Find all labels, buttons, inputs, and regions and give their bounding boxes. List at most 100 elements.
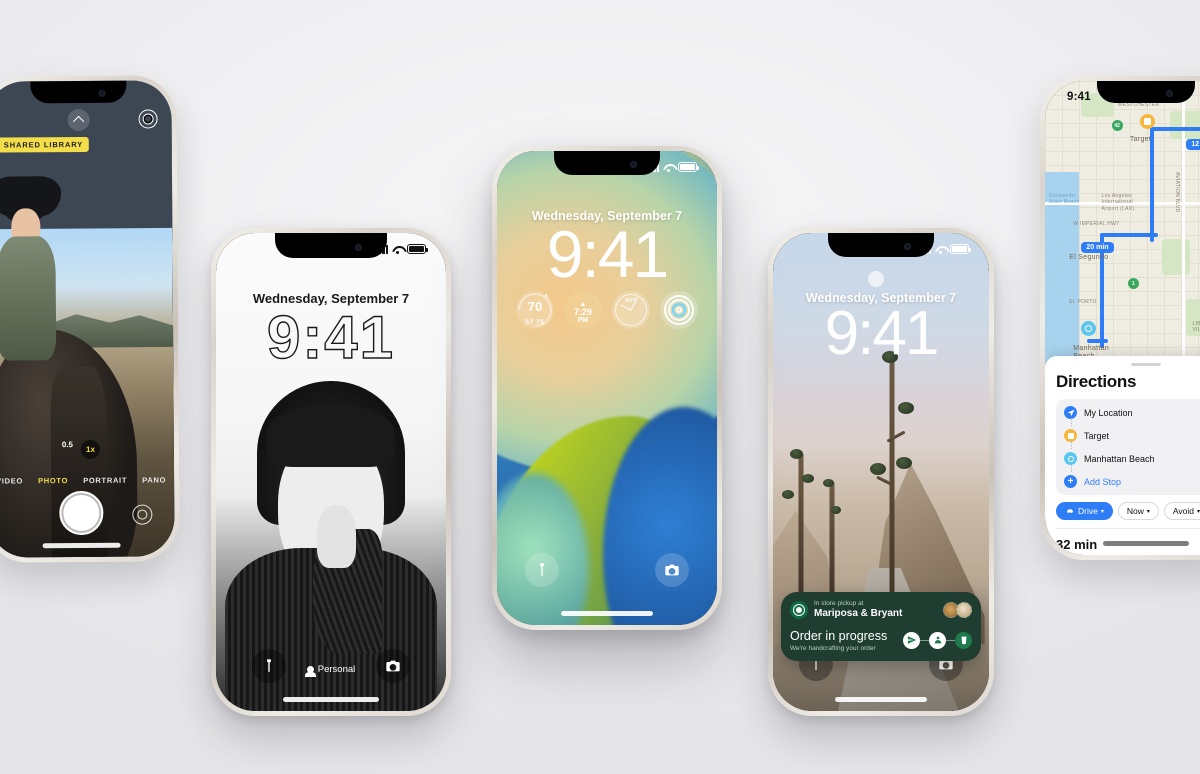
battery-icon [950,244,971,254]
notch [1097,81,1195,103]
mode-video[interactable]: VIDEO [0,476,23,485]
person-icon [304,666,316,677]
shutter-button[interactable] [59,490,104,536]
pickup-subtitle: In store pickup at [814,600,864,608]
live-activity-starbucks[interactable]: In store pickup at Mariposa & Bryant Ord… [781,592,981,661]
tuft [896,457,913,470]
front-camera-icon [1166,90,1174,98]
stop-label: Add Stop [1084,476,1122,487]
widget-weather[interactable]: 70 57 75 [516,291,554,329]
wallpaper-ios16: Wednesday, September 7 9:41 70 57 75 ▲ 7… [497,151,717,625]
zoom-1x[interactable]: 1x [80,439,101,459]
barista-icon [934,636,941,644]
mode-pano[interactable]: PANO [142,475,166,484]
live-activity-header: In store pickup at Mariposa & Bryant [790,600,972,620]
stop-target[interactable]: Target [1064,418,1200,447]
cup-icon [961,636,966,645]
live-activity-body: Order in progress We're handcrafting you… [790,629,972,652]
home-indicator [1103,541,1189,546]
front-camera-icon [355,243,363,251]
widget-sunset[interactable]: ▲ 7:29 PM [564,291,602,329]
camera-mode-selector[interactable]: VIDEO PHOTO PORTRAIT PANO [0,475,174,485]
front-camera-icon [98,90,106,98]
progress-line [946,639,955,642]
widget-world-clock[interactable]: NYC [612,291,650,329]
maps-app: 1 42 12 min 20 min WESTCHESTER Target Do… [1045,81,1200,555]
beach-glyph [1085,324,1093,332]
maps-screen: 1 42 12 min 20 min WESTCHESTER Target Do… [1045,81,1200,555]
starbucks-logo-icon [790,601,808,620]
camera-viewfinder[interactable]: SHARED LIBRARY 0.5 1x VIDEO PHOTO PORTRA… [0,80,175,558]
lock-widgets: 70 57 75 ▲ 7:29 PM NYC [497,291,717,329]
stop-manhattan-beach[interactable]: Manhattan Beach [1064,441,1200,470]
focus-label: Personal [317,664,356,675]
mode-portrait[interactable]: PORTRAIT [83,476,127,485]
item-drink-icon [956,602,972,619]
pin-manhattan-beach[interactable] [1081,320,1097,336]
ring-core [676,307,682,313]
map-canvas[interactable]: 1 42 12 min 20 min WESTCHESTER Target Do… [1045,81,1200,385]
home-indicator [835,697,927,702]
flashlight-button[interactable] [525,553,559,587]
flip-camera-icon[interactable] [132,504,153,525]
route-controls: Drive ▾ Now ▾ Avoid ▾ [1056,502,1200,521]
stop-label: Manhattan Beach [1084,453,1155,464]
route-segment [1099,232,1159,237]
tuft [789,448,803,459]
map-label-target: Target [1129,135,1152,143]
chevron-up-icon[interactable] [67,108,90,132]
camera-icon [665,564,679,576]
order-item-thumbnails [943,602,972,619]
live-activity-title-group: In store pickup at Mariposa & Bryant [814,600,902,620]
zoom-controls: 0.5 1x [0,439,174,459]
mode-photo[interactable]: PHOTO [38,476,68,485]
order-progress [903,631,972,649]
widget-activity-rings[interactable] [660,291,698,329]
control-label: Drive [1078,506,1098,517]
lock-screen-live-activity: Wednesday, September 7 9:41 In store pic… [773,233,989,711]
zoom-0_5x[interactable]: 0.5 [62,440,73,459]
route-badge-12min[interactable]: 12 min [1186,138,1200,150]
home-indicator [561,611,653,616]
map-label-liberty-village: LIBERTY VILLAGE [1192,320,1200,333]
phone-maps: 1 42 12 min 20 min WESTCHESTER Target Do… [1040,76,1200,560]
control-drive[interactable]: Drive ▾ [1056,502,1113,521]
paper-plane-icon [907,636,916,645]
stop-my-location[interactable]: My Location [1064,401,1200,424]
map-label-lax: Los Angeles International Airport (LAX) [1101,193,1135,212]
order-status-note: We're handcrafting your order [790,645,876,652]
notch [828,233,934,257]
lock-clock: 9:41 [266,304,396,371]
route-detail: 9.7 mi · 1 stop [1056,554,1200,555]
shield-number: 42 [1114,122,1120,129]
chevron-down-icon: ▾ [1146,508,1150,515]
home-indicator [42,542,121,549]
weather-dot [544,293,548,297]
chevron-down-icon: ▾ [1100,508,1104,515]
control-label: Now [1126,506,1144,517]
car-icon [1067,509,1073,514]
moon [868,271,885,288]
order-status-title: Order in progress [790,628,888,643]
focus-status: Personal [216,664,446,677]
stops-list: My Location Target Manhattan Beach + Add… [1056,399,1200,496]
control-now[interactable]: Now ▾ [1117,502,1159,521]
front-camera-icon [903,243,911,251]
tuft [822,478,834,487]
scene: SHARED LIBRARY 0.5 1x VIDEO PHOTO PORTRA… [0,0,1200,774]
sheet-grabber[interactable] [1131,362,1161,367]
map-label-dockweiler: Dockweiler State Beach [1049,193,1080,206]
shared-library-icon[interactable] [138,109,158,129]
trunk [829,481,835,606]
stop-add[interactable]: + Add Stop [1064,464,1200,493]
control-avoid[interactable]: Avoid ▾ [1163,502,1200,521]
plus-icon: + [1064,475,1077,489]
route-segment [1150,126,1200,131]
flashlight-icon [540,563,544,576]
progress-line [920,639,929,642]
map-label-westchester: WESTCHESTER [1117,102,1160,109]
tuft [830,506,841,515]
route-badge-20min[interactable]: 20 min [1081,241,1114,253]
camera-button[interactable] [655,553,689,587]
wifi-icon [663,163,674,172]
